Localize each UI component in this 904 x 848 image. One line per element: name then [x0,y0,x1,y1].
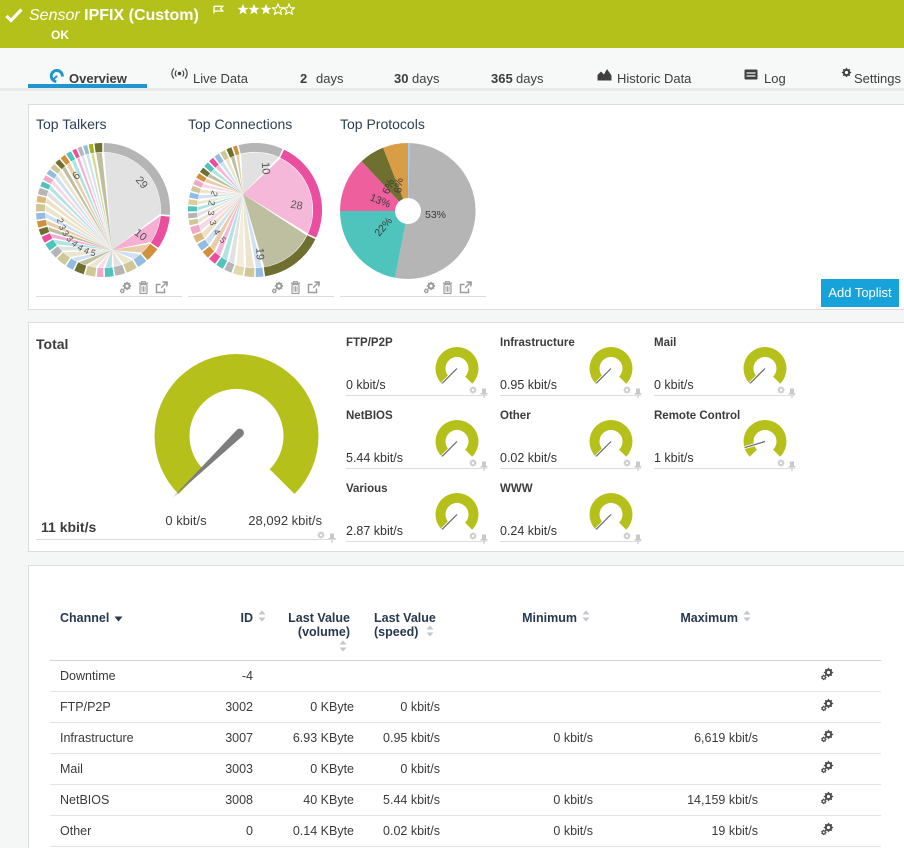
svg-text:3: 3 [206,210,216,216]
svg-text:28: 28 [289,199,303,213]
svg-text:53%: 53% [425,209,446,221]
svg-text:10: 10 [259,162,272,175]
svg-text:19: 19 [253,248,265,261]
svg-text:6%: 6% [392,177,406,194]
